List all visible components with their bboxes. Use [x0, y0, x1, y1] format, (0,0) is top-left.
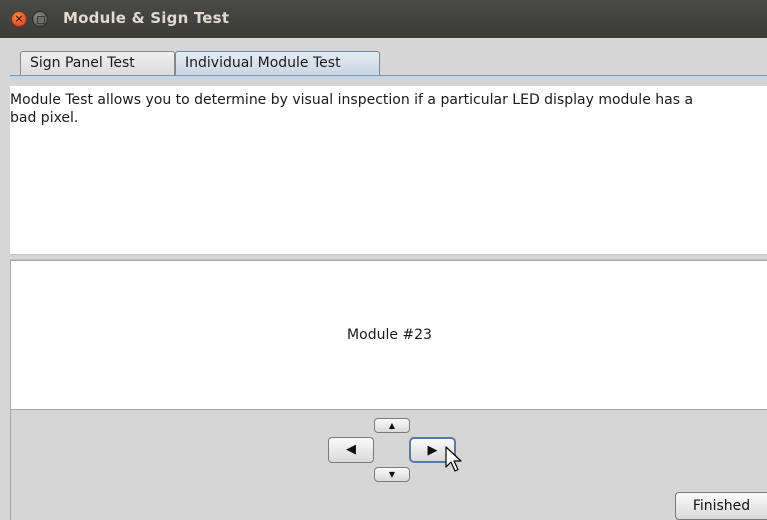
left-button[interactable]: ◀: [328, 437, 374, 463]
description-text: Module Test allows you to determine by v…: [10, 92, 694, 126]
minimize-window-icon[interactable]: [32, 11, 48, 27]
title-bar: × Module & Sign Test: [0, 0, 767, 38]
up-button[interactable]: ▲: [374, 418, 410, 433]
close-window-icon[interactable]: ×: [11, 11, 27, 27]
left-arrow-icon: ◀: [346, 442, 356, 457]
module-display-panel: Module #23: [10, 260, 767, 410]
down-button[interactable]: ▼: [374, 467, 410, 482]
description-panel: Module Test allows you to determine by v…: [10, 86, 767, 254]
down-arrow-icon: ▼: [388, 470, 396, 479]
module-number-label: Module #23: [347, 327, 432, 343]
tab-strip: Sign Panel Test Individual Module Test: [0, 38, 767, 76]
tab-sign-panel-test[interactable]: Sign Panel Test: [20, 51, 175, 75]
tab-individual-module-test[interactable]: Individual Module Test: [175, 51, 380, 75]
tab-content-border: [10, 75, 767, 80]
mouse-pointer-icon: [445, 446, 462, 472]
right-arrow-icon: ▶: [427, 443, 438, 458]
up-arrow-icon: ▲: [388, 421, 396, 430]
finished-button[interactable]: Finished: [675, 492, 767, 520]
window-title: Module & Sign Test: [63, 9, 230, 27]
